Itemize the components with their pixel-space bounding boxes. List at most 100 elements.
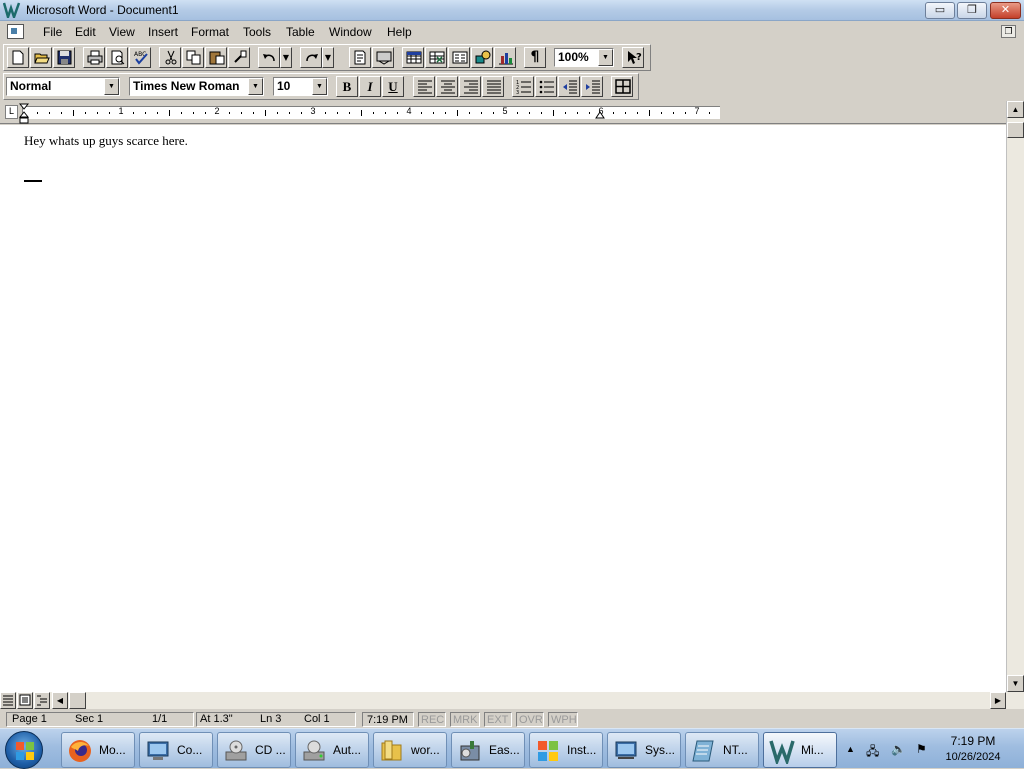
status-mrk[interactable]: MRK	[450, 712, 480, 727]
menu-edit[interactable]: Edit	[75, 25, 96, 39]
print-button[interactable]	[83, 47, 105, 68]
paste-button[interactable]	[205, 47, 227, 68]
taskbar-button-word[interactable]: Mi...	[763, 732, 837, 768]
font-size-dropdown-button[interactable]: ▼	[312, 78, 327, 95]
align-left-button[interactable]	[413, 76, 435, 97]
redo-button[interactable]	[300, 47, 322, 68]
action-center-flag-icon[interactable]: ⚑	[916, 742, 927, 756]
close-button[interactable]: ✕	[990, 2, 1021, 19]
document-restore-button[interactable]: ❐	[1001, 25, 1016, 38]
ruler-tick	[61, 112, 62, 114]
style-select[interactable]: Normal ▼	[6, 77, 120, 96]
insert-addresses-button[interactable]	[372, 47, 394, 68]
start-button[interactable]	[5, 731, 43, 769]
align-left-icon	[418, 80, 432, 94]
taskbar-button-installer[interactable]: Eas...	[451, 732, 525, 768]
align-right-button[interactable]	[459, 76, 481, 97]
new-document-button[interactable]	[7, 47, 29, 68]
undo-dropdown[interactable]: ▼	[280, 47, 292, 68]
taskbar-button-notepad[interactable]: NT...	[685, 732, 759, 768]
volume-muted-icon[interactable]: 🔈	[891, 742, 906, 756]
increase-indent-button[interactable]	[581, 76, 603, 97]
autoformat-button[interactable]	[349, 47, 371, 68]
ruler-tick	[49, 112, 50, 114]
menu-insert[interactable]: Insert	[148, 25, 178, 39]
taskbar-button-install[interactable]: Inst...	[529, 732, 603, 768]
scroll-down-button[interactable]: ▼	[1007, 675, 1024, 692]
menu-table[interactable]: Table	[286, 25, 315, 39]
menu-tools[interactable]: Tools	[243, 25, 271, 39]
show-formatting-button[interactable]: ¶	[524, 47, 546, 68]
italic-button[interactable]: I	[359, 76, 381, 97]
insert-spreadsheet-button[interactable]	[425, 47, 447, 68]
taskbar-button-firefox[interactable]: Mo...	[61, 732, 135, 768]
word-app-icon[interactable]	[3, 2, 21, 18]
insert-chart-button[interactable]	[494, 47, 516, 68]
network-icon[interactable]: 🖧	[866, 742, 879, 763]
vertical-scroll-thumb[interactable]	[1007, 122, 1024, 138]
document-paragraph[interactable]: Hey whats up guys scarce here.	[24, 133, 188, 149]
normal-view-button[interactable]	[0, 692, 16, 709]
font-dropdown-button[interactable]: ▼	[248, 78, 263, 95]
format-painter-button[interactable]	[228, 47, 250, 68]
help-button[interactable]: ?	[622, 47, 644, 68]
scroll-right-button[interactable]: ▶	[990, 692, 1006, 709]
menu-help[interactable]: Help	[387, 25, 412, 39]
scroll-left-button[interactable]: ◀	[52, 692, 68, 709]
status-ext[interactable]: EXT	[484, 712, 512, 727]
spelling-button[interactable]: ABC	[129, 47, 151, 68]
redo-dropdown[interactable]: ▼	[322, 47, 334, 68]
print-preview-button[interactable]	[106, 47, 128, 68]
bullets-button[interactable]	[535, 76, 557, 97]
tab-selector-button[interactable]: L	[5, 105, 18, 119]
style-dropdown-button[interactable]: ▼	[104, 78, 119, 95]
insert-table-button[interactable]	[402, 47, 424, 68]
borders-button[interactable]	[611, 76, 633, 97]
menu-window[interactable]: Window	[329, 25, 372, 39]
font-size-select[interactable]: 10 ▼	[273, 77, 328, 96]
bold-button[interactable]: B	[336, 76, 358, 97]
outline-view-button[interactable]	[34, 692, 50, 709]
right-indent-marker-icon[interactable]	[595, 111, 605, 119]
menu-file[interactable]: File	[43, 25, 62, 39]
taskbar-button-system[interactable]: Sys...	[607, 732, 681, 768]
copy-button[interactable]	[182, 47, 204, 68]
decrease-indent-button[interactable]	[558, 76, 580, 97]
system-clock[interactable]: 7:19 PM 10/26/2024	[930, 733, 1016, 765]
status-rec[interactable]: REC	[418, 712, 446, 727]
document-control-icon[interactable]	[7, 24, 24, 39]
cut-button[interactable]	[159, 47, 181, 68]
menu-format[interactable]: Format	[191, 25, 229, 39]
taskbar-button-cd[interactable]: CD ...	[217, 732, 291, 768]
horizontal-scroll-row: ◀ ▶	[0, 692, 1024, 709]
justify-button[interactable]	[482, 76, 504, 97]
restore-button[interactable]: ❐	[957, 2, 987, 19]
font-select[interactable]: Times New Roman ▼	[129, 77, 264, 96]
document-editing-area[interactable]: Hey whats up guys scarce here.	[0, 125, 1006, 692]
open-button[interactable]	[30, 47, 52, 68]
columns-button[interactable]	[448, 47, 470, 68]
show-hidden-icons-button[interactable]: ▲	[846, 744, 855, 754]
minimize-button[interactable]: ▭	[925, 2, 955, 19]
scissors-icon	[165, 50, 177, 65]
indent-marker-icon[interactable]	[19, 103, 29, 124]
undo-button[interactable]	[258, 47, 280, 68]
zoom-select[interactable]: 100% ▼	[554, 48, 614, 67]
horizontal-scroll-thumb[interactable]	[69, 692, 86, 709]
scroll-up-button[interactable]: ▲	[1007, 101, 1024, 118]
menu-view[interactable]: View	[109, 25, 135, 39]
taskbar-button-folder[interactable]: wor...	[373, 732, 447, 768]
status-wph[interactable]: WPH	[548, 712, 578, 727]
taskbar-button-computer[interactable]: Co...	[139, 732, 213, 768]
horizontal-ruler[interactable]: 1 2 3 4 5 6 7	[22, 106, 720, 119]
underline-button[interactable]: U	[382, 76, 404, 97]
numbering-button[interactable]: 123	[512, 76, 534, 97]
drawing-button[interactable]	[471, 47, 493, 68]
status-ovr[interactable]: OVR	[516, 712, 544, 727]
page-layout-view-button[interactable]	[17, 692, 33, 709]
vertical-scrollbar[interactable]: ▲ ▼	[1006, 101, 1024, 692]
save-button[interactable]	[53, 47, 75, 68]
taskbar-button-autoplay[interactable]: Aut...	[295, 732, 369, 768]
align-center-button[interactable]	[436, 76, 458, 97]
zoom-dropdown-button[interactable]: ▼	[598, 49, 613, 66]
